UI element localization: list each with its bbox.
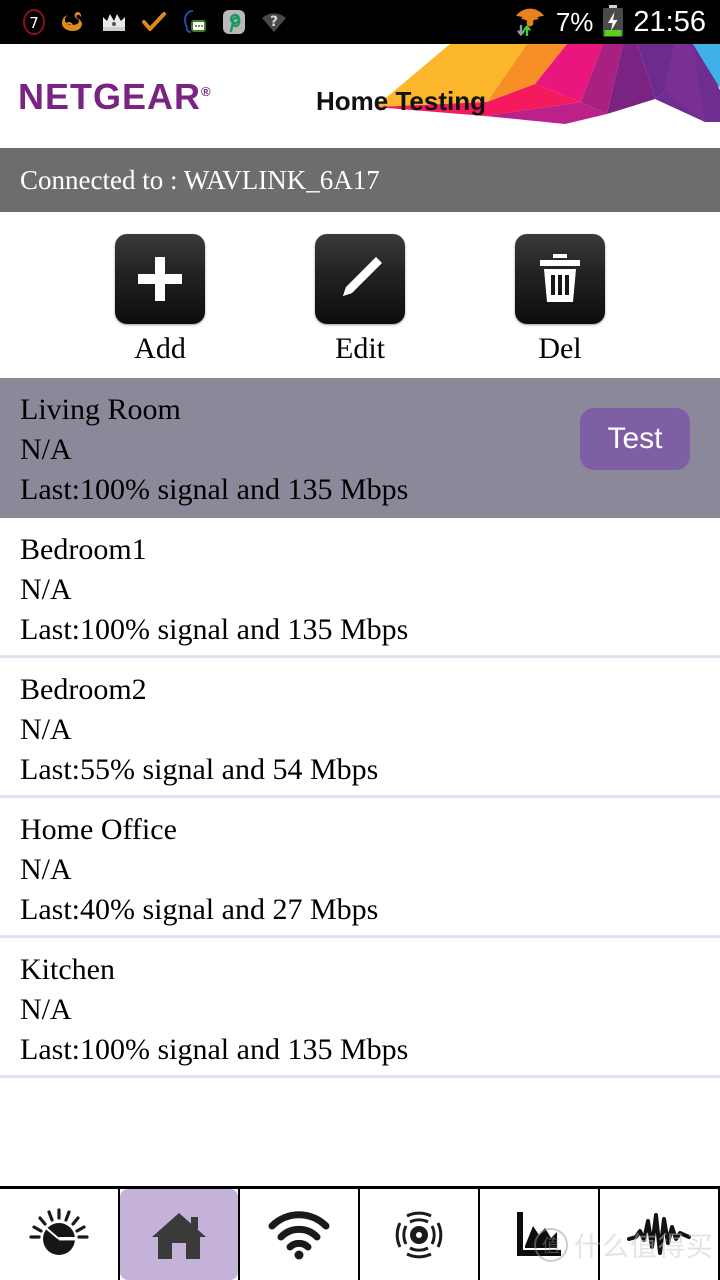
nav-signal-strength[interactable] — [360, 1189, 480, 1280]
location-last-result: Last:100% signal and 135 Mbps — [20, 1033, 409, 1066]
nav-home-testing-pill — [120, 1189, 238, 1280]
nav-home-testing[interactable] — [120, 1189, 240, 1280]
clash-royale-icon — [100, 8, 128, 36]
list-empty-space — [0, 1078, 720, 1172]
add-button-label: Add — [134, 332, 186, 365]
nav-channel-graph[interactable] — [480, 1189, 600, 1280]
waveform-icon — [627, 1212, 691, 1255]
status-clock: 21:56 — [633, 5, 706, 38]
table-row[interactable]: Home Office N/A Last:40% signal and 27 M… — [0, 798, 720, 938]
page-title: Home Testing — [316, 86, 486, 116]
registered-mark: ® — [201, 84, 212, 99]
trash-icon — [540, 254, 580, 302]
table-row[interactable]: Bedroom2 N/A Last:55% signal and 54 Mbps — [0, 658, 720, 798]
row-text: Home Office N/A Last:40% signal and 27 M… — [0, 798, 720, 930]
location-last-result: Last:100% signal and 135 Mbps — [20, 613, 409, 646]
location-status: N/A — [20, 713, 72, 746]
bottom-navigation: 值 什么值得买 — [0, 1186, 720, 1280]
add-button[interactable]: Add — [105, 234, 215, 366]
location-last-result: Last:100% signal and 135 Mbps — [20, 473, 409, 506]
nav-interference[interactable] — [600, 1189, 720, 1280]
nav-signal-strength-pill — [360, 1189, 478, 1280]
wifi-icon — [268, 1210, 330, 1259]
netgear-wordmark: NETGEAR — [18, 76, 202, 117]
checkmark-icon — [140, 8, 168, 36]
status-bar: 7 ? 7% 21:56 — [0, 0, 720, 44]
location-name: Bedroom1 — [20, 533, 147, 566]
nav-speed-test-pill — [0, 1189, 118, 1280]
row-text: Kitchen N/A Last:100% signal and 135 Mbp… — [0, 938, 720, 1070]
row-text: Bedroom2 N/A Last:55% signal and 54 Mbps — [0, 658, 720, 790]
table-row[interactable]: Kitchen N/A Last:100% signal and 135 Mbp… — [0, 938, 720, 1078]
chart-icon — [517, 1211, 561, 1256]
connection-status-label: Connected to : WAVLINK_6A17 — [20, 164, 380, 195]
location-status: N/A — [20, 993, 72, 1026]
nav-interference-pill — [600, 1189, 718, 1280]
uc-browser-icon — [60, 8, 88, 36]
add-button-icon-box — [115, 234, 205, 324]
unknown-wifi-icon: ? — [260, 8, 288, 36]
battery-charging-icon — [601, 5, 625, 39]
row-text: Bedroom1 N/A Last:100% signal and 135 Mb… — [0, 518, 720, 650]
location-last-result: Last:55% signal and 54 Mbps — [20, 753, 379, 786]
nav-speed-test[interactable] — [0, 1189, 120, 1280]
messaging-icon — [180, 8, 208, 36]
svg-text:?: ? — [270, 14, 278, 30]
pencil-icon — [343, 257, 382, 296]
location-name: Kitchen — [20, 953, 115, 986]
location-name: Home Office — [20, 813, 177, 846]
edit-button-label: Edit — [335, 332, 385, 365]
app-header: NETGEAR® Home Testing — [0, 44, 720, 148]
nav-wifi-analytics-pill — [240, 1189, 358, 1280]
location-name: Bedroom2 — [20, 673, 147, 706]
speedometer-icon — [29, 1207, 89, 1255]
location-status: N/A — [20, 853, 72, 886]
location-status: N/A — [20, 573, 72, 606]
nav-channel-graph-pill — [480, 1189, 598, 1280]
table-row[interactable]: Living Room N/A Last:100% signal and 135… — [0, 378, 720, 518]
edit-button[interactable]: Edit — [305, 234, 415, 366]
home-icon — [152, 1212, 206, 1259]
location-last-result: Last:40% signal and 27 Mbps — [20, 893, 379, 926]
status-bar-right: 7% 21:56 — [512, 5, 720, 39]
battery-percent-label: 7% — [555, 7, 594, 37]
test-button[interactable]: Test — [580, 408, 690, 470]
notification-count-icon: 7 — [20, 8, 48, 36]
action-toolbar: Add Edit Del — [0, 212, 720, 378]
wifi-data-transfer-icon — [512, 6, 548, 38]
delete-button[interactable]: Del — [505, 234, 615, 366]
edit-button-icon-box — [315, 234, 405, 324]
pinterest-icon — [220, 8, 248, 36]
plus-icon — [138, 257, 182, 301]
signal-strength-icon — [395, 1211, 443, 1258]
app-screen: 7 ? 7% 21:56 NETGEAR® Home Testing Conne… — [0, 0, 720, 1280]
table-row[interactable]: Bedroom1 N/A Last:100% signal and 135 Mb… — [0, 518, 720, 658]
connection-status-bar: Connected to : WAVLINK_6A17 — [0, 148, 720, 212]
netgear-logo: NETGEAR® — [18, 76, 212, 118]
location-list: Living Room N/A Last:100% signal and 135… — [0, 378, 720, 1186]
svg-text:7: 7 — [29, 14, 39, 32]
delete-button-label: Del — [538, 332, 582, 365]
delete-button-icon-box — [515, 234, 605, 324]
status-bar-left-icons: 7 ? — [0, 8, 512, 36]
nav-wifi-analytics[interactable] — [240, 1189, 360, 1280]
